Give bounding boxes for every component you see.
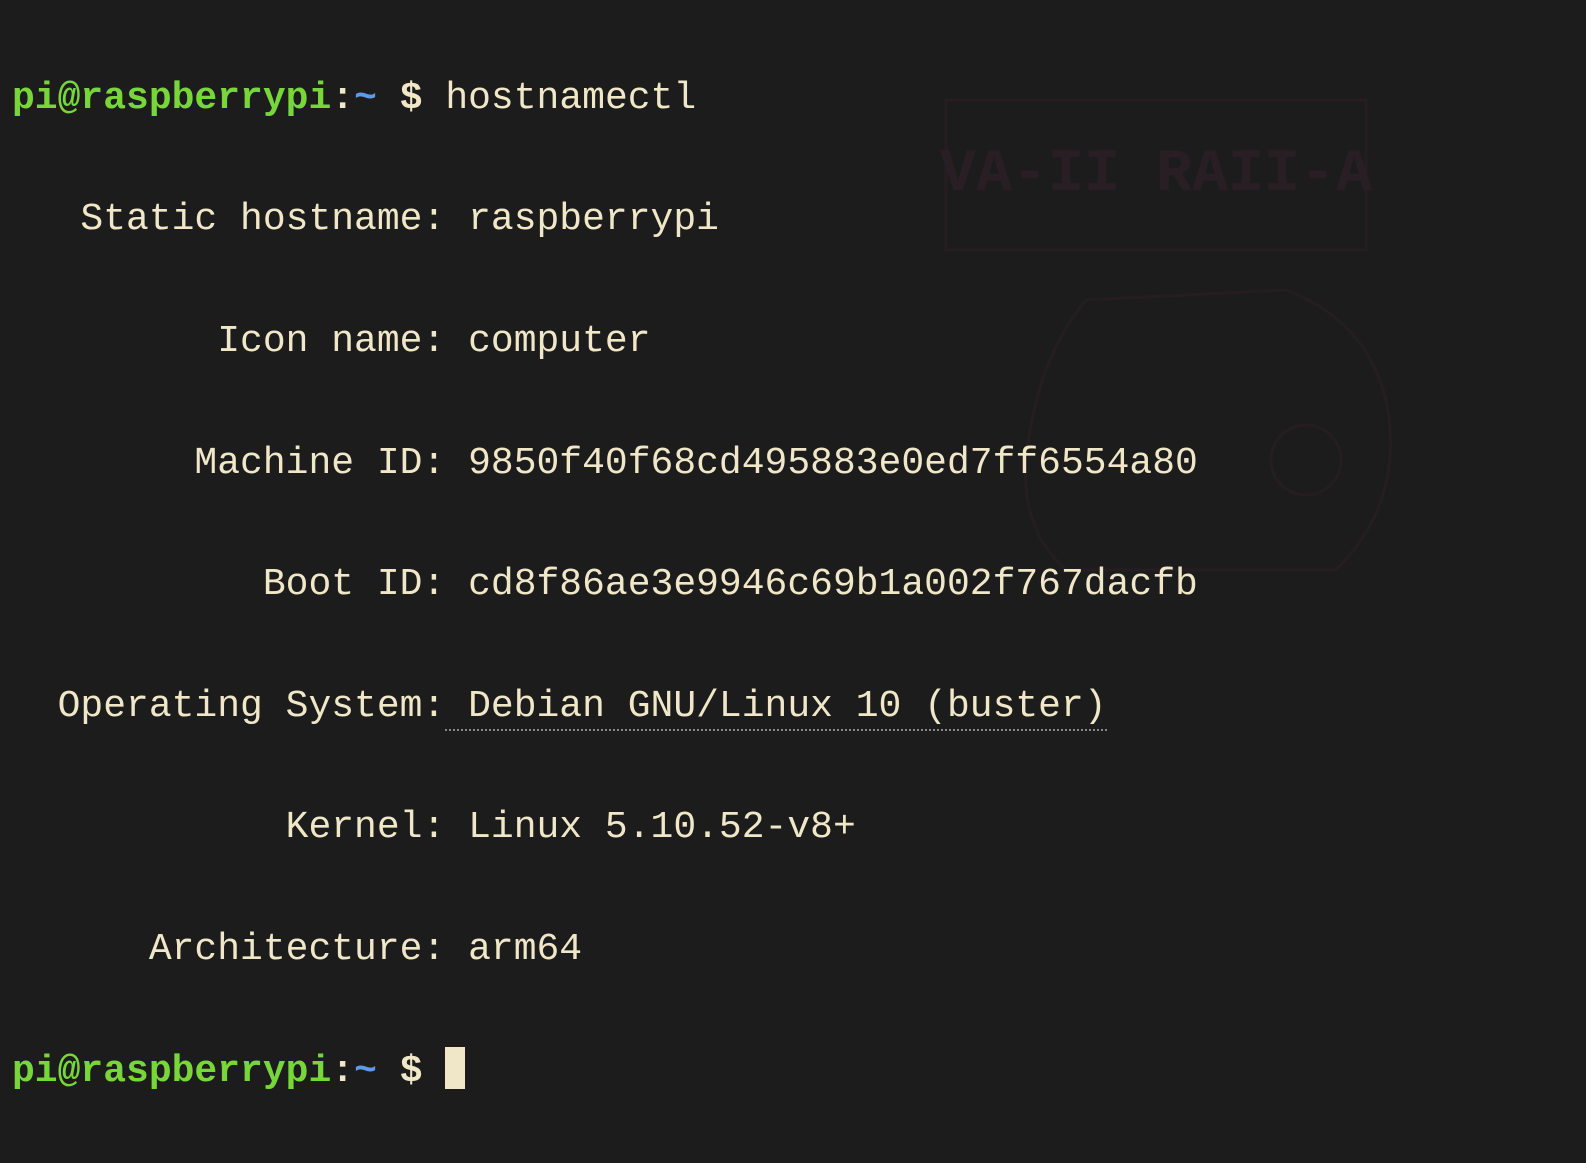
prompt-user-host: pi@raspberrypi	[12, 1050, 331, 1093]
output-value: cd8f86ae3e9946c69b1a002f767dacfb	[445, 563, 1198, 606]
output-label: Operating System:	[12, 685, 445, 728]
cursor	[445, 1047, 465, 1089]
output-row: Icon name: computer	[12, 312, 1574, 373]
output-row: Operating System: Debian GNU/Linux 10 (b…	[12, 677, 1574, 738]
output-row: Kernel: Linux 5.10.52-v8+	[12, 798, 1574, 859]
output-label: Static hostname:	[12, 198, 445, 241]
output-value: arm64	[445, 928, 582, 971]
output-row: Architecture: arm64	[12, 920, 1574, 981]
output-value: computer	[445, 320, 650, 363]
prompt-user-host: pi@raspberrypi	[12, 77, 331, 120]
prompt-line-1: pi@raspberrypi:~ $ hostnamectl	[12, 69, 1574, 130]
output-label: Kernel:	[12, 806, 445, 849]
output-value: 9850f40f68cd495883e0ed7ff6554a80	[445, 442, 1198, 485]
output-label: Icon name:	[12, 320, 445, 363]
output-value: Linux 5.10.52-v8+	[445, 806, 855, 849]
output-label: Boot ID:	[12, 563, 445, 606]
prompt-dollar: $	[377, 77, 445, 120]
output-row: Static hostname: raspberrypi	[12, 190, 1574, 251]
prompt-colon: :	[331, 1050, 354, 1093]
output-value: Debian GNU/Linux 10 (buster)	[445, 685, 1106, 731]
terminal-output[interactable]: pi@raspberrypi:~ $ hostnamectl Static ho…	[12, 8, 1574, 1163]
prompt-path: ~	[354, 77, 377, 120]
prompt-colon: :	[331, 77, 354, 120]
output-row: Boot ID: cd8f86ae3e9946c69b1a002f767dacf…	[12, 555, 1574, 616]
prompt-dollar: $	[377, 1050, 445, 1093]
prompt-path: ~	[354, 1050, 377, 1093]
output-value: raspberrypi	[445, 198, 719, 241]
output-label: Machine ID:	[12, 442, 445, 485]
output-label: Architecture:	[12, 928, 445, 971]
command-text: hostnamectl	[445, 77, 696, 120]
output-row: Machine ID: 9850f40f68cd495883e0ed7ff655…	[12, 434, 1574, 495]
prompt-line-2[interactable]: pi@raspberrypi:~ $	[12, 1042, 1574, 1103]
